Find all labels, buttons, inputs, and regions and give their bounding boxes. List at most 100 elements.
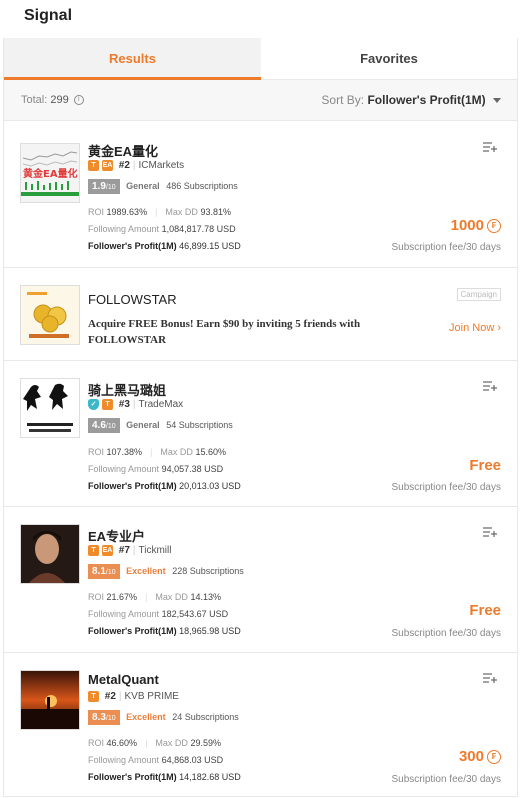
rank: #3: [118, 399, 130, 411]
score-badge: 1.9/10: [88, 179, 120, 194]
level-label: General: [126, 180, 160, 191]
roi-value: 46.60%: [106, 738, 138, 748]
trader-badge-icon: T: [88, 691, 99, 702]
rank: #7: [118, 545, 130, 557]
roi-dd-line: ROI 21.67% | Max DD 14.13%: [88, 592, 221, 602]
rank-line: ✓ T #3 | TradeMax: [88, 399, 183, 410]
avatar-text: 黄金EA量化: [23, 167, 78, 180]
add-to-list-icon[interactable]: [483, 672, 497, 684]
roi-value: 1989.63%: [106, 207, 148, 217]
broker: TradeMax: [138, 399, 184, 411]
subscriptions: 24 Subscriptions: [172, 711, 239, 722]
sort-value: Follower's Profit(1M): [367, 93, 486, 107]
total-label: Total:: [21, 94, 48, 106]
price: 1000 ₣: [451, 217, 501, 234]
profit-line: Follower's Profit(1M) 20,013.03 USD: [88, 481, 241, 491]
following-amount-line: Following Amount 64,868.03 USD: [88, 755, 224, 765]
trader-badge-icon: T: [88, 160, 99, 171]
price: Free: [469, 602, 501, 619]
campaign-card[interactable]: FOLLOWSTAR Campaign Acquire FREE Bonus! …: [4, 268, 517, 361]
chevron-right-icon: ›: [497, 322, 501, 334]
campaign-description: Acquire FREE Bonus! Earn $90 by inviting…: [88, 318, 361, 346]
subscriptions: 486 Subscriptions: [166, 180, 238, 191]
dd-value: 14.13%: [190, 592, 221, 602]
campaign-image: [20, 285, 80, 345]
score-line: 8.1/10 Excellent 228 Subscriptions: [88, 564, 244, 579]
fee-label: Subscription fee/30 days: [391, 774, 501, 785]
add-to-list-icon[interactable]: [483, 526, 497, 538]
avatar: [20, 378, 80, 438]
dd-value: 15.60%: [195, 447, 226, 457]
info-icon[interactable]: i: [73, 95, 84, 106]
add-to-list-icon[interactable]: [483, 380, 497, 392]
following-amount: 1,084,817.78 USD: [161, 224, 236, 234]
profit-value: 18,965.98 USD: [179, 626, 241, 636]
dd-value: 29.59%: [190, 738, 221, 748]
sort-dropdown[interactable]: Sort By: Follower's Profit(1M): [321, 93, 501, 107]
roi-dd-line: ROI 1989.63% | Max DD 93.81%: [88, 207, 231, 217]
signal-name[interactable]: MetalQuant: [88, 672, 159, 687]
score-line: 4.6/10 General 54 Subscriptions: [88, 418, 233, 433]
score-badge: 4.6/10: [88, 418, 120, 433]
coin-icon: ₣: [487, 219, 501, 234]
score-line: 8.3/10 Excellent 24 Subscriptions: [88, 710, 239, 725]
campaign-tag: Campaign: [456, 288, 501, 301]
signal-panel: Results Favorites Total: 299 i Sort By: …: [3, 38, 518, 797]
level-label: Excellent: [126, 711, 166, 722]
page-title: Signal: [24, 7, 73, 24]
score-line: 1.9/10 General 486 Subscriptions: [88, 179, 238, 194]
list-toolbar: Total: 299 i Sort By: Follower's Profit(…: [4, 80, 517, 121]
fee-label: Subscription fee/30 days: [391, 482, 501, 493]
coin-icon: ₣: [487, 750, 501, 765]
campaign-name[interactable]: FOLLOWSTAR: [88, 292, 177, 307]
add-to-list-icon[interactable]: [483, 141, 497, 153]
sort-label: Sort By:: [321, 93, 365, 107]
broker: KVB PRIME: [124, 691, 179, 703]
caret-down-icon: [493, 98, 501, 104]
profit-value: 14,182.68 USD: [179, 772, 241, 782]
signal-card[interactable]: 黄金EA量化 黄金EA量化 T EA #2 | ICMarkets 1.9/10 Ge…: [4, 121, 517, 268]
signal-card[interactable]: EA专业户 T EA #7 | Tickmill 8.1/10 Excellent 2…: [4, 507, 517, 653]
following-amount: 94,057.38 USD: [161, 464, 224, 474]
avatar: [20, 524, 80, 584]
trader-badge-icon: T: [102, 399, 113, 410]
score-badge: 8.3/10: [88, 710, 120, 725]
signal-name[interactable]: EA专业户: [88, 526, 145, 545]
dd-value: 93.81%: [200, 207, 231, 217]
score-badge: 8.1/10: [88, 564, 120, 579]
roi-value: 21.67%: [106, 592, 138, 602]
signal-name[interactable]: 黄金EA量化: [88, 141, 158, 160]
level-label: General: [126, 419, 160, 430]
fee-label: Subscription fee/30 days: [391, 242, 501, 253]
following-amount: 64,868.03 USD: [161, 755, 224, 765]
signal-card[interactable]: MetalQuant T #2 | KVB PRIME 8.3/10 Excelle…: [4, 653, 517, 796]
rank-line: T #2 | KVB PRIME: [88, 691, 179, 702]
following-amount-line: Following Amount 182,543.67 USD: [88, 609, 229, 619]
tab-results[interactable]: Results: [4, 38, 261, 80]
following-amount: 182,543.67 USD: [161, 609, 229, 619]
profit-line: Follower's Profit(1M) 46,899.15 USD: [88, 241, 241, 251]
broker: Tickmill: [138, 545, 172, 557]
subscriptions: 228 Subscriptions: [172, 565, 244, 576]
rank: #2: [118, 160, 130, 172]
ea-badge-icon: EA: [102, 545, 113, 556]
ea-badge-icon: EA: [102, 160, 113, 171]
price: Free: [469, 457, 501, 474]
subscriptions: 54 Subscriptions: [166, 419, 233, 430]
roi-dd-line: ROI 107.38% | Max DD 15.60%: [88, 447, 226, 457]
following-amount-line: Following Amount 94,057.38 USD: [88, 464, 224, 474]
roi-value: 107.38%: [106, 447, 143, 457]
tab-bar: Results Favorites: [4, 38, 517, 80]
rank-line: T EA #2 | ICMarkets: [88, 160, 184, 171]
join-now-link[interactable]: Join Now ›: [449, 322, 501, 334]
trader-badge-icon: T: [88, 545, 99, 556]
avatar-chart-image: 黄金EA量化: [21, 144, 79, 202]
following-amount-line: Following Amount 1,084,817.78 USD: [88, 224, 236, 234]
profit-line: Follower's Profit(1M) 18,965.98 USD: [88, 626, 241, 636]
profit-line: Follower's Profit(1M) 14,182.68 USD: [88, 772, 241, 782]
signal-name[interactable]: 骑上黑马璐姐: [88, 380, 166, 399]
signal-card[interactable]: 骑上黑马璐姐 ✓ T #3 | TradeMax 4.6/10 General 54 …: [4, 361, 517, 507]
tab-favorites[interactable]: Favorites: [261, 38, 517, 80]
total-value: 299: [50, 94, 69, 106]
rank: #2: [104, 691, 116, 703]
